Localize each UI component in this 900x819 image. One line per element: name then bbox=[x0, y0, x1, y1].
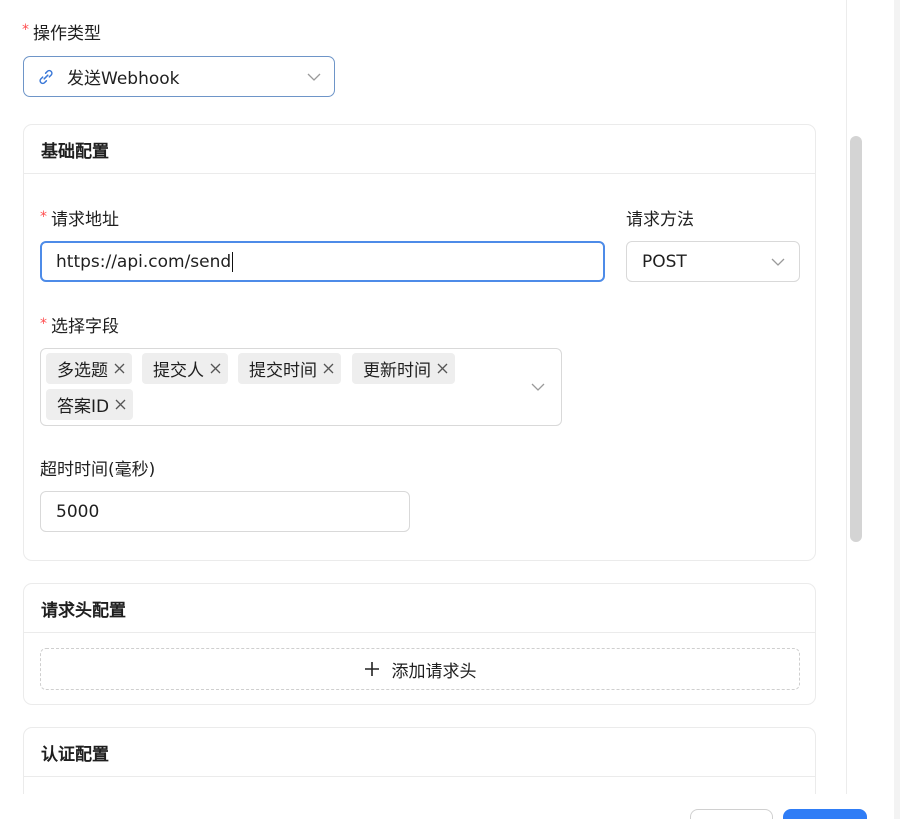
operation-type-label: * 操作类型 bbox=[22, 20, 101, 44]
text-caret bbox=[232, 251, 234, 272]
field-tag-label: 提交人 bbox=[153, 361, 204, 381]
field-tag: 提交时间 bbox=[238, 353, 341, 384]
scrollbar-thumb[interactable] bbox=[850, 136, 862, 542]
request-url-input[interactable]: https://api.com/send bbox=[40, 241, 605, 282]
chevron-down-icon bbox=[771, 258, 785, 266]
right-edge bbox=[894, 0, 900, 819]
request-url-value: https://api.com/send bbox=[56, 251, 232, 272]
required-mark: * bbox=[40, 315, 47, 332]
request-url-label: * 请求地址 bbox=[40, 205, 119, 231]
chevron-down-icon bbox=[307, 73, 321, 81]
timeout-value: 5000 bbox=[56, 501, 100, 522]
headers-config-title: 请求头配置 bbox=[24, 584, 815, 633]
timeout-label: 超时时间(毫秒) bbox=[40, 460, 156, 480]
request-url-label-text: 请求地址 bbox=[51, 210, 119, 230]
field-tag-label: 答案ID bbox=[57, 397, 110, 417]
close-icon[interactable] bbox=[437, 363, 448, 374]
field-tag: 答案ID bbox=[46, 389, 134, 420]
headers-config-card: 请求头配置 添加请求头 bbox=[23, 583, 816, 705]
field-tag: 提交人 bbox=[142, 353, 228, 384]
add-header-label: 添加请求头 bbox=[391, 661, 477, 682]
request-method-value: POST bbox=[642, 251, 687, 272]
field-tag-label: 提交时间 bbox=[249, 361, 317, 381]
form-scroll-area[interactable]: * 操作类型 发送Webhook 基础配置 * 请求地址 https://api… bbox=[0, 0, 846, 794]
required-mark: * bbox=[22, 22, 29, 38]
panel-divider bbox=[846, 0, 847, 794]
add-header-button[interactable]: 添加请求头 bbox=[40, 648, 800, 690]
required-mark: * bbox=[40, 208, 47, 225]
close-icon[interactable] bbox=[115, 399, 126, 410]
close-icon[interactable] bbox=[114, 363, 125, 374]
cancel-button[interactable] bbox=[690, 809, 773, 819]
auth-config-title: 认证配置 bbox=[24, 728, 815, 777]
auth-config-card: 认证配置 bbox=[23, 727, 816, 794]
basic-config-title: 基础配置 bbox=[24, 125, 815, 174]
request-method-label: 请求方法 bbox=[626, 210, 694, 230]
link-icon bbox=[39, 69, 53, 84]
chevron-down-icon bbox=[531, 383, 545, 391]
field-tag-label: 多选题 bbox=[57, 361, 108, 381]
field-tag: 更新时间 bbox=[352, 353, 455, 384]
request-method-select[interactable]: POST bbox=[626, 241, 800, 282]
fields-label-text: 选择字段 bbox=[51, 317, 119, 337]
close-icon[interactable] bbox=[210, 363, 221, 374]
operation-type-value: 发送Webhook bbox=[67, 69, 180, 89]
field-tag-label: 更新时间 bbox=[363, 361, 431, 381]
confirm-button[interactable] bbox=[783, 809, 867, 819]
fields-multi-select[interactable]: 多选题 提交人 提交时间 更新时间 答案ID bbox=[40, 348, 562, 426]
operation-type-select[interactable]: 发送Webhook bbox=[23, 56, 335, 97]
close-icon[interactable] bbox=[323, 363, 334, 374]
fields-label: * 选择字段 bbox=[40, 312, 119, 338]
field-tag: 多选题 bbox=[46, 353, 132, 384]
basic-config-card: 基础配置 * 请求地址 https://api.com/send 请求方法 PO… bbox=[23, 124, 816, 561]
timeout-input[interactable]: 5000 bbox=[40, 491, 410, 532]
operation-type-label-text: 操作类型 bbox=[33, 23, 101, 44]
plus-icon bbox=[364, 662, 379, 676]
